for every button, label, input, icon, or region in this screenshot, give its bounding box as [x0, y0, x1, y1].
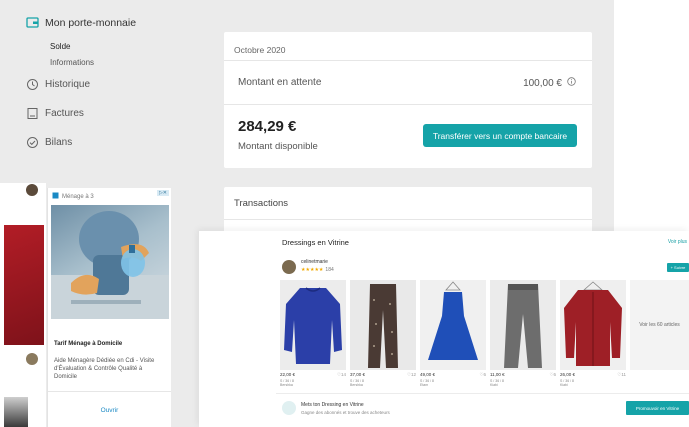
promo-subtitle: Gagne des abonnés et trouve des acheteur… [301, 410, 390, 415]
pending-amount-row: 100,00 € [523, 77, 576, 89]
item-brand: Kiabi [490, 383, 498, 387]
month-header: Octobre 2020 [234, 45, 286, 55]
see-all-items-tile[interactable]: Voir les 60 articles [630, 280, 689, 370]
ad-description: Aide Ménagère Dédiée en Cdi - Visite d'É… [54, 358, 155, 381]
available-label: Montant disponible [238, 141, 318, 152]
invoice-icon [26, 107, 39, 120]
favorite-count: 14 [340, 372, 346, 377]
nav-history-label: Historique [45, 79, 91, 90]
favorite-count: 6 [483, 372, 486, 377]
item-price: 11,00 € [490, 372, 505, 377]
item-brand: Bershka [350, 383, 363, 387]
favorite-count: 11 [621, 372, 626, 377]
price-row: 49,00 € ♡6 [420, 372, 486, 378]
ad-advertiser: Ménage à 3 [62, 193, 94, 200]
transfer-button[interactable]: Transférer vers un compte bancaire [423, 124, 577, 147]
favorites[interactable]: ♡6 [479, 372, 486, 378]
check-circle-icon [26, 136, 39, 149]
featured-closets-panel: Dressings en Vitrine Voir plus celinetma… [199, 231, 689, 427]
price-row: 26,00 € ♡11 [560, 372, 626, 378]
pending-amount: 100,00 € [523, 77, 562, 89]
nav-wallet[interactable]: Mon porte-monnaie [26, 16, 136, 29]
product-image[interactable] [420, 280, 486, 370]
item-price: 26,00 € [560, 372, 576, 377]
info-icon[interactable] [567, 77, 576, 89]
nav-history[interactable]: Historique [26, 78, 90, 91]
review-count: 184 [325, 267, 334, 273]
history-icon [26, 78, 39, 91]
rating-stars: ★★★★★ [301, 267, 324, 273]
product-card[interactable]: 22,00 € ♡14 S / 36 / 8 Bershka [280, 280, 346, 387]
ad-choices-icon[interactable]: ▷✕ [156, 190, 169, 196]
ad-title: Tarif Ménage à Domicile [54, 341, 123, 347]
promote-button[interactable]: Promouvoir en Vitrine [626, 401, 689, 415]
item-price: 37,00 € [350, 372, 366, 377]
ad-header: Ménage à 3 [52, 192, 94, 201]
follow-button[interactable]: + Suivre [667, 263, 689, 272]
avatar[interactable] [282, 260, 296, 274]
transactions-title: Transactions [234, 198, 289, 209]
rating: ★★★★★ 184 [301, 267, 334, 273]
ad-image[interactable] [51, 205, 169, 319]
item-brand: Etam [420, 383, 429, 387]
product-thumbnail[interactable] [4, 225, 44, 345]
avatar[interactable] [26, 184, 38, 196]
balance-card: Octobre 2020 Montant en attente 100,00 €… [224, 32, 592, 168]
product-card[interactable]: 37,00 € ♡12 S / 36 / 8 Bershka [350, 280, 416, 387]
product-card[interactable]: 26,00 € ♡11 S / 36 / 8 Kiabi [560, 280, 626, 387]
partial-feed-strip [0, 183, 46, 427]
item-brand: Kiabi [560, 383, 568, 387]
username[interactable]: celinetmarie [301, 259, 328, 265]
product-image[interactable] [350, 280, 416, 370]
nav-wallet-label: Mon porte-monnaie [45, 16, 137, 29]
divider [224, 60, 592, 61]
favorite-count: 12 [410, 372, 416, 377]
product-thumbnail[interactable] [4, 397, 28, 427]
divider [48, 391, 171, 392]
product-image[interactable] [560, 280, 626, 370]
subnav-balance[interactable]: Solde [50, 42, 70, 51]
pending-label: Montant en attente [238, 77, 322, 88]
promo-title: Mets ton Dressing en Vitrine [301, 402, 364, 408]
avatar[interactable] [26, 353, 38, 365]
section-title: Dressings en Vitrine [282, 238, 349, 247]
item-price: 22,00 € [280, 372, 296, 377]
divider [224, 104, 592, 105]
divider [224, 219, 592, 220]
nav-reports[interactable]: Bilans [26, 136, 72, 149]
nav-reports-label: Bilans [45, 137, 73, 148]
nav-invoices-label: Factures [45, 108, 84, 119]
available-balance: 284,29 € [238, 118, 297, 135]
broom-icon [52, 192, 59, 201]
product-card[interactable]: 49,00 € ♡6 S / 36 / 8 Etam [420, 280, 486, 387]
favorites[interactable]: ♡14 [337, 372, 346, 378]
divider [276, 393, 689, 394]
favorites[interactable]: ♡11 [617, 372, 626, 378]
wallet-sidebar: Mon porte-monnaie Solde Informations His… [0, 0, 210, 190]
product-card[interactable]: 11,00 € ♡6 S / 36 / 8 Kiabi [490, 280, 556, 387]
price-row: 37,00 € ♡12 [350, 372, 416, 378]
see-more-link[interactable]: Voir plus [668, 239, 687, 245]
favorites[interactable]: ♡12 [407, 372, 416, 378]
price-row: 22,00 € ♡14 [280, 372, 346, 378]
favorite-count: 6 [553, 372, 556, 377]
favorites[interactable]: ♡6 [549, 372, 556, 378]
advertisement[interactable]: Ménage à 3 ▷✕ Tarif Ménage à Domicile Ai… [47, 188, 171, 427]
item-brand: Bershka [280, 383, 293, 387]
wallet-icon [26, 16, 39, 29]
item-price: 49,00 € [420, 372, 436, 377]
subnav-info[interactable]: Informations [50, 58, 94, 67]
storefront-icon [282, 401, 296, 415]
product-image[interactable] [490, 280, 556, 370]
price-row: 11,00 € ♡6 [490, 372, 556, 378]
ad-open-button[interactable]: Ouvrir [48, 407, 171, 414]
product-image[interactable] [280, 280, 346, 370]
nav-invoices[interactable]: Factures [26, 107, 84, 120]
